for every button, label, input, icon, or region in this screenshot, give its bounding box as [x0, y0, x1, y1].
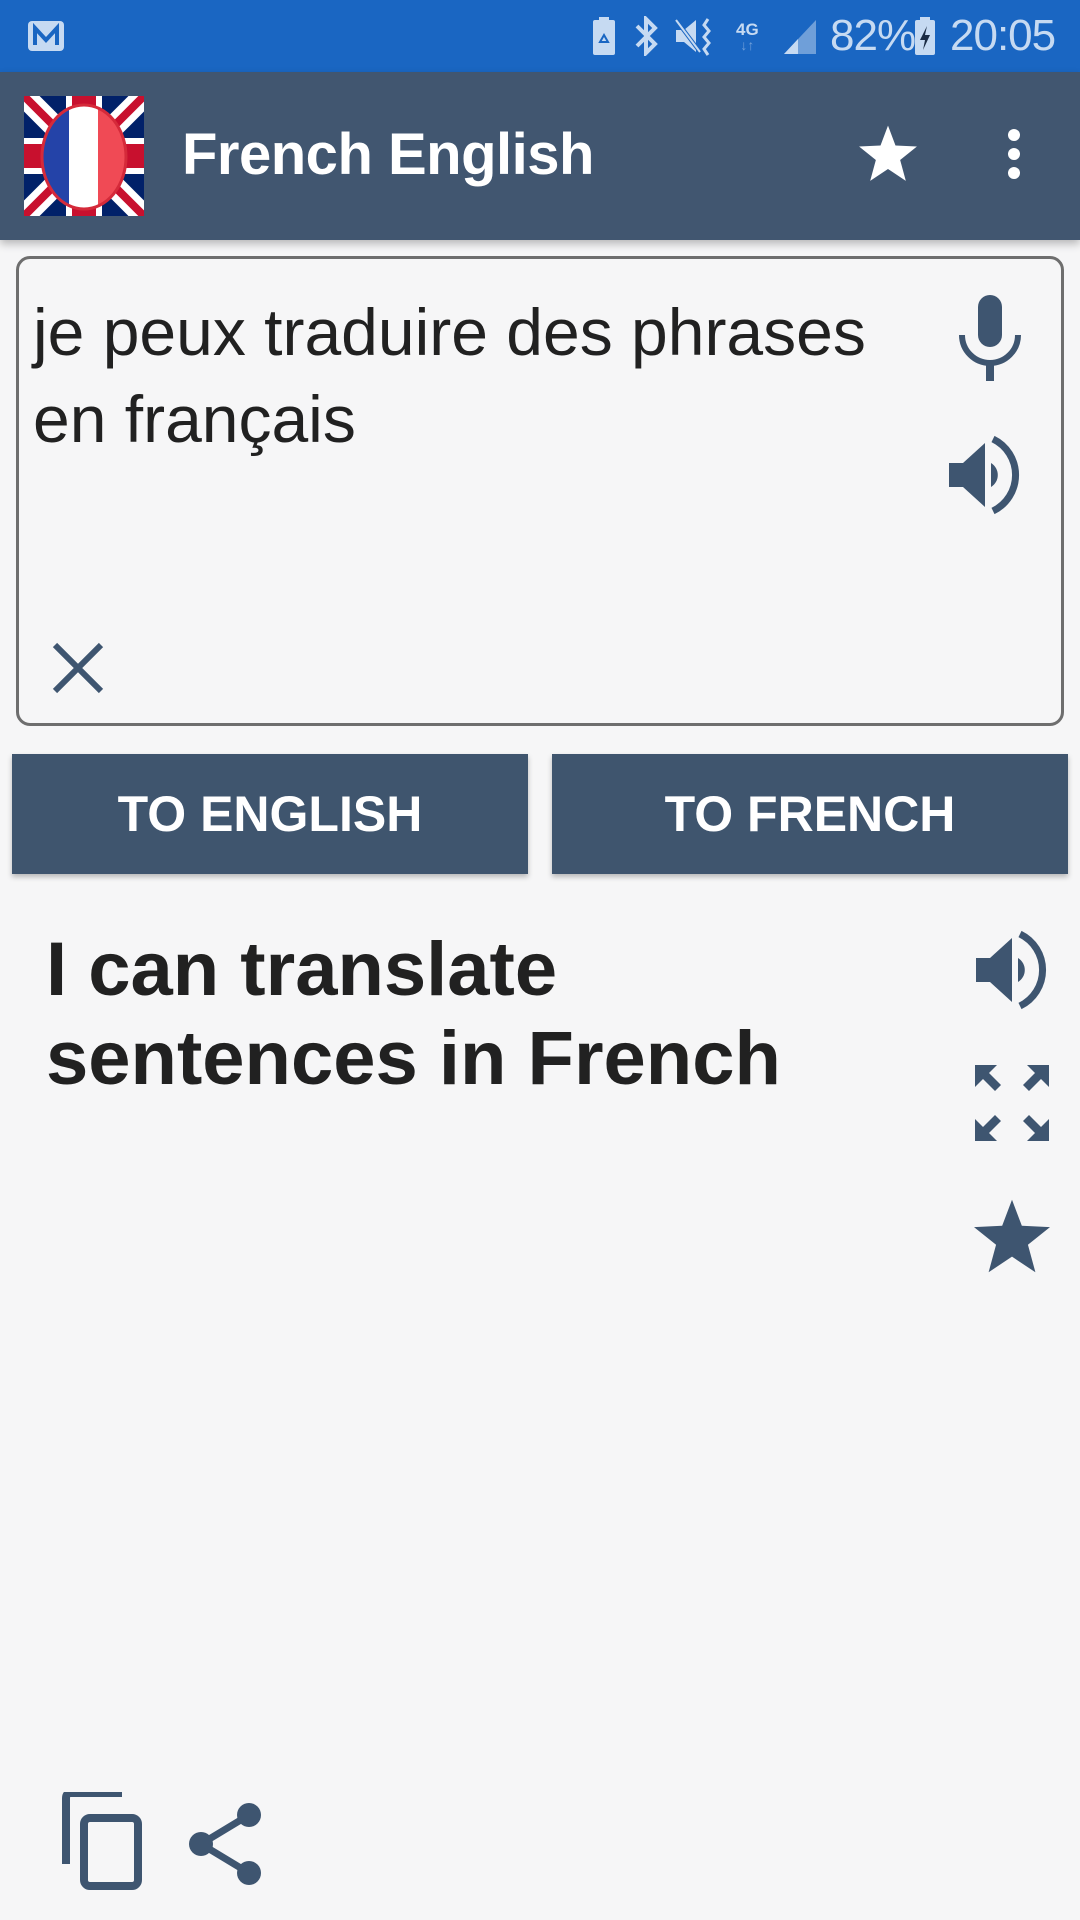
- speaker-icon: [976, 930, 1046, 1010]
- clear-input-button[interactable]: [43, 633, 113, 703]
- voice-input-button[interactable]: [945, 289, 1035, 389]
- speaker-icon: [949, 435, 1019, 515]
- speak-translation-button[interactable]: [966, 925, 1062, 1015]
- add-favorite-button[interactable]: [962, 1192, 1062, 1282]
- bluetooth-icon: [634, 0, 660, 72]
- battery-percent: 82%: [830, 11, 916, 60]
- clock: 20:05: [950, 11, 1056, 60]
- app-bar: French English: [0, 72, 1080, 240]
- to-english-button[interactable]: TO ENGLISH: [12, 754, 528, 874]
- vibrate-mute-icon: [674, 0, 716, 72]
- fullscreen-icon: [975, 1065, 1049, 1141]
- share-icon: [189, 1803, 261, 1885]
- favorites-button[interactable]: [848, 114, 928, 194]
- to-french-button[interactable]: TO FRENCH: [552, 754, 1068, 874]
- close-icon: [52, 642, 104, 694]
- network-type-label: 4G: [736, 19, 759, 39]
- signal-icon: [782, 0, 818, 72]
- star-icon: [974, 1199, 1050, 1273]
- source-text[interactable]: je peux traduire des phrases en français: [33, 289, 913, 463]
- 4g-data-icon: 4G ↓↑: [736, 19, 759, 53]
- microphone-icon: [959, 295, 1021, 381]
- battery-charging-icon: [914, 0, 936, 72]
- overflow-menu-button[interactable]: [984, 114, 1044, 194]
- share-button[interactable]: [180, 1796, 270, 1892]
- app-title: French English: [182, 122, 594, 187]
- source-text-input[interactable]: je peux traduire des phrases en français: [16, 256, 1064, 726]
- copy-button[interactable]: [56, 1786, 148, 1896]
- translated-text: I can translate sentences in French: [46, 927, 781, 1101]
- copy-icon: [62, 1792, 142, 1890]
- speak-source-button[interactable]: [939, 427, 1035, 523]
- star-icon: [859, 125, 917, 181]
- battery-saver-icon: [592, 0, 616, 72]
- status-bar: 4G ↓↑ 82% 20:05: [0, 0, 1080, 72]
- app-logo-flag-icon: [24, 96, 144, 216]
- more-vert-icon: [1008, 129, 1020, 179]
- fullscreen-button[interactable]: [966, 1060, 1058, 1146]
- mail-icon: [27, 0, 65, 72]
